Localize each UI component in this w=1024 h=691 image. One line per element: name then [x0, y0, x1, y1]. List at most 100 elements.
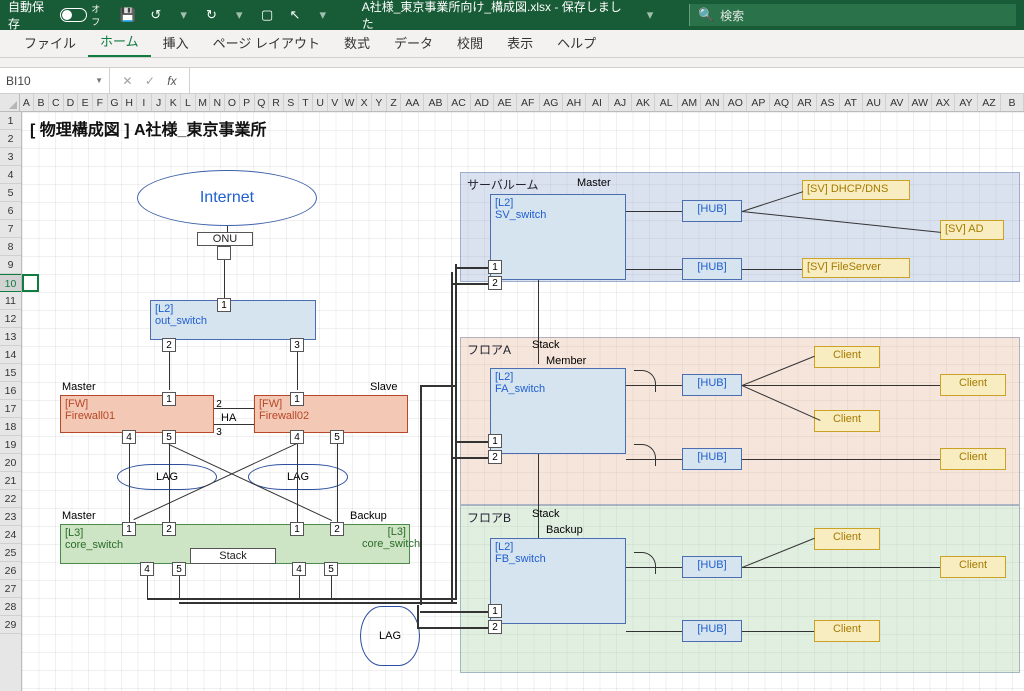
- tab-help[interactable]: ヘルプ: [545, 27, 608, 57]
- row-27[interactable]: 27: [0, 580, 21, 598]
- col-Z[interactable]: Z: [387, 94, 402, 111]
- row-26[interactable]: 26: [0, 562, 21, 580]
- filename-dropdown-icon[interactable]: ▾: [641, 6, 659, 24]
- col-AT[interactable]: AT: [840, 94, 863, 111]
- col-AE[interactable]: AE: [494, 94, 517, 111]
- col-AA[interactable]: AA: [401, 94, 424, 111]
- fx-icon[interactable]: fx: [167, 74, 176, 88]
- undo-icon[interactable]: ↺: [147, 6, 165, 24]
- col-L[interactable]: L: [181, 94, 196, 111]
- col-J[interactable]: J: [152, 94, 167, 111]
- row-11[interactable]: 11: [0, 292, 21, 310]
- row-23[interactable]: 23: [0, 508, 21, 526]
- tab-data[interactable]: データ: [382, 27, 445, 57]
- row-2[interactable]: 2: [0, 130, 21, 148]
- col-AM[interactable]: AM: [678, 94, 701, 111]
- row-6[interactable]: 6: [0, 202, 21, 220]
- tab-review[interactable]: 校閲: [445, 27, 495, 57]
- col-AD[interactable]: AD: [471, 94, 494, 111]
- col-O[interactable]: O: [225, 94, 240, 111]
- col-S[interactable]: S: [284, 94, 299, 111]
- tab-formulas[interactable]: 数式: [332, 27, 382, 57]
- col-AN[interactable]: AN: [701, 94, 724, 111]
- col-D[interactable]: D: [64, 94, 79, 111]
- row-28[interactable]: 28: [0, 598, 21, 616]
- tab-home[interactable]: ホーム: [88, 25, 151, 57]
- col-T[interactable]: T: [299, 94, 314, 111]
- col-W[interactable]: W: [343, 94, 358, 111]
- search-box[interactable]: 🔍 検索: [689, 4, 1016, 26]
- col-Y[interactable]: Y: [372, 94, 387, 111]
- row-25[interactable]: 25: [0, 544, 21, 562]
- col-C[interactable]: C: [49, 94, 64, 111]
- cancel-icon[interactable]: ✕: [122, 74, 132, 88]
- col-I[interactable]: I: [137, 94, 152, 111]
- col-AG[interactable]: AG: [540, 94, 563, 111]
- tab-view[interactable]: 表示: [495, 27, 545, 57]
- col-M[interactable]: M: [196, 94, 211, 111]
- col-R[interactable]: R: [269, 94, 284, 111]
- col-E[interactable]: E: [78, 94, 93, 111]
- col-AO[interactable]: AO: [724, 94, 747, 111]
- col-AS[interactable]: AS: [817, 94, 840, 111]
- qat-dropdown-icon[interactable]: ▾: [314, 6, 332, 24]
- name-box[interactable]: BI10 ▼: [0, 68, 110, 93]
- col-AB[interactable]: AB: [424, 94, 447, 111]
- col-X[interactable]: X: [357, 94, 372, 111]
- select-all[interactable]: [0, 94, 20, 111]
- col-AP[interactable]: AP: [747, 94, 770, 111]
- row-24[interactable]: 24: [0, 526, 21, 544]
- col-F[interactable]: F: [93, 94, 108, 111]
- crop-icon[interactable]: ▢: [258, 6, 276, 24]
- col-AV[interactable]: AV: [886, 94, 909, 111]
- col-B[interactable]: B: [1001, 94, 1024, 111]
- tab-insert[interactable]: 挿入: [151, 27, 201, 57]
- col-H[interactable]: H: [122, 94, 137, 111]
- row-22[interactable]: 22: [0, 490, 21, 508]
- col-P[interactable]: P: [240, 94, 255, 111]
- row-10[interactable]: 10: [0, 274, 21, 292]
- enter-icon[interactable]: ✓: [145, 74, 155, 88]
- tab-file[interactable]: ファイル: [12, 27, 88, 57]
- tab-pagelayout[interactable]: ページ レイアウト: [201, 27, 332, 57]
- col-AK[interactable]: AK: [632, 94, 655, 111]
- col-AR[interactable]: AR: [793, 94, 816, 111]
- redo-dropdown-icon[interactable]: ▾: [230, 6, 248, 24]
- row-21[interactable]: 21: [0, 472, 21, 490]
- undo-dropdown-icon[interactable]: ▾: [175, 6, 193, 24]
- save-icon[interactable]: 💾: [119, 6, 137, 24]
- row-5[interactable]: 5: [0, 184, 21, 202]
- redo-icon[interactable]: ↻: [203, 6, 221, 24]
- col-AY[interactable]: AY: [955, 94, 978, 111]
- row-14[interactable]: 14: [0, 346, 21, 364]
- row-13[interactable]: 13: [0, 328, 21, 346]
- row-12[interactable]: 12: [0, 310, 21, 328]
- row-18[interactable]: 18: [0, 418, 21, 436]
- row-19[interactable]: 19: [0, 436, 21, 454]
- row-1[interactable]: 1: [0, 112, 21, 130]
- col-Q[interactable]: Q: [255, 94, 270, 111]
- cursor-icon[interactable]: ↖: [286, 6, 304, 24]
- col-K[interactable]: K: [166, 94, 181, 111]
- col-B[interactable]: B: [34, 94, 49, 111]
- col-AF[interactable]: AF: [517, 94, 540, 111]
- col-AZ[interactable]: AZ: [978, 94, 1001, 111]
- row-3[interactable]: 3: [0, 148, 21, 166]
- row-16[interactable]: 16: [0, 382, 21, 400]
- worksheet[interactable]: 1234567891011121314151617181920212223242…: [0, 112, 1024, 691]
- col-AJ[interactable]: AJ: [609, 94, 632, 111]
- row-9[interactable]: 9: [0, 256, 21, 274]
- col-A[interactable]: A: [20, 94, 35, 111]
- col-N[interactable]: N: [210, 94, 225, 111]
- col-AH[interactable]: AH: [563, 94, 586, 111]
- col-G[interactable]: G: [108, 94, 123, 111]
- row-7[interactable]: 7: [0, 220, 21, 238]
- col-AL[interactable]: AL: [655, 94, 678, 111]
- row-29[interactable]: 29: [0, 616, 21, 634]
- row-20[interactable]: 20: [0, 454, 21, 472]
- col-U[interactable]: U: [313, 94, 328, 111]
- row-17[interactable]: 17: [0, 400, 21, 418]
- col-AQ[interactable]: AQ: [770, 94, 793, 111]
- col-AX[interactable]: AX: [932, 94, 955, 111]
- col-AU[interactable]: AU: [863, 94, 886, 111]
